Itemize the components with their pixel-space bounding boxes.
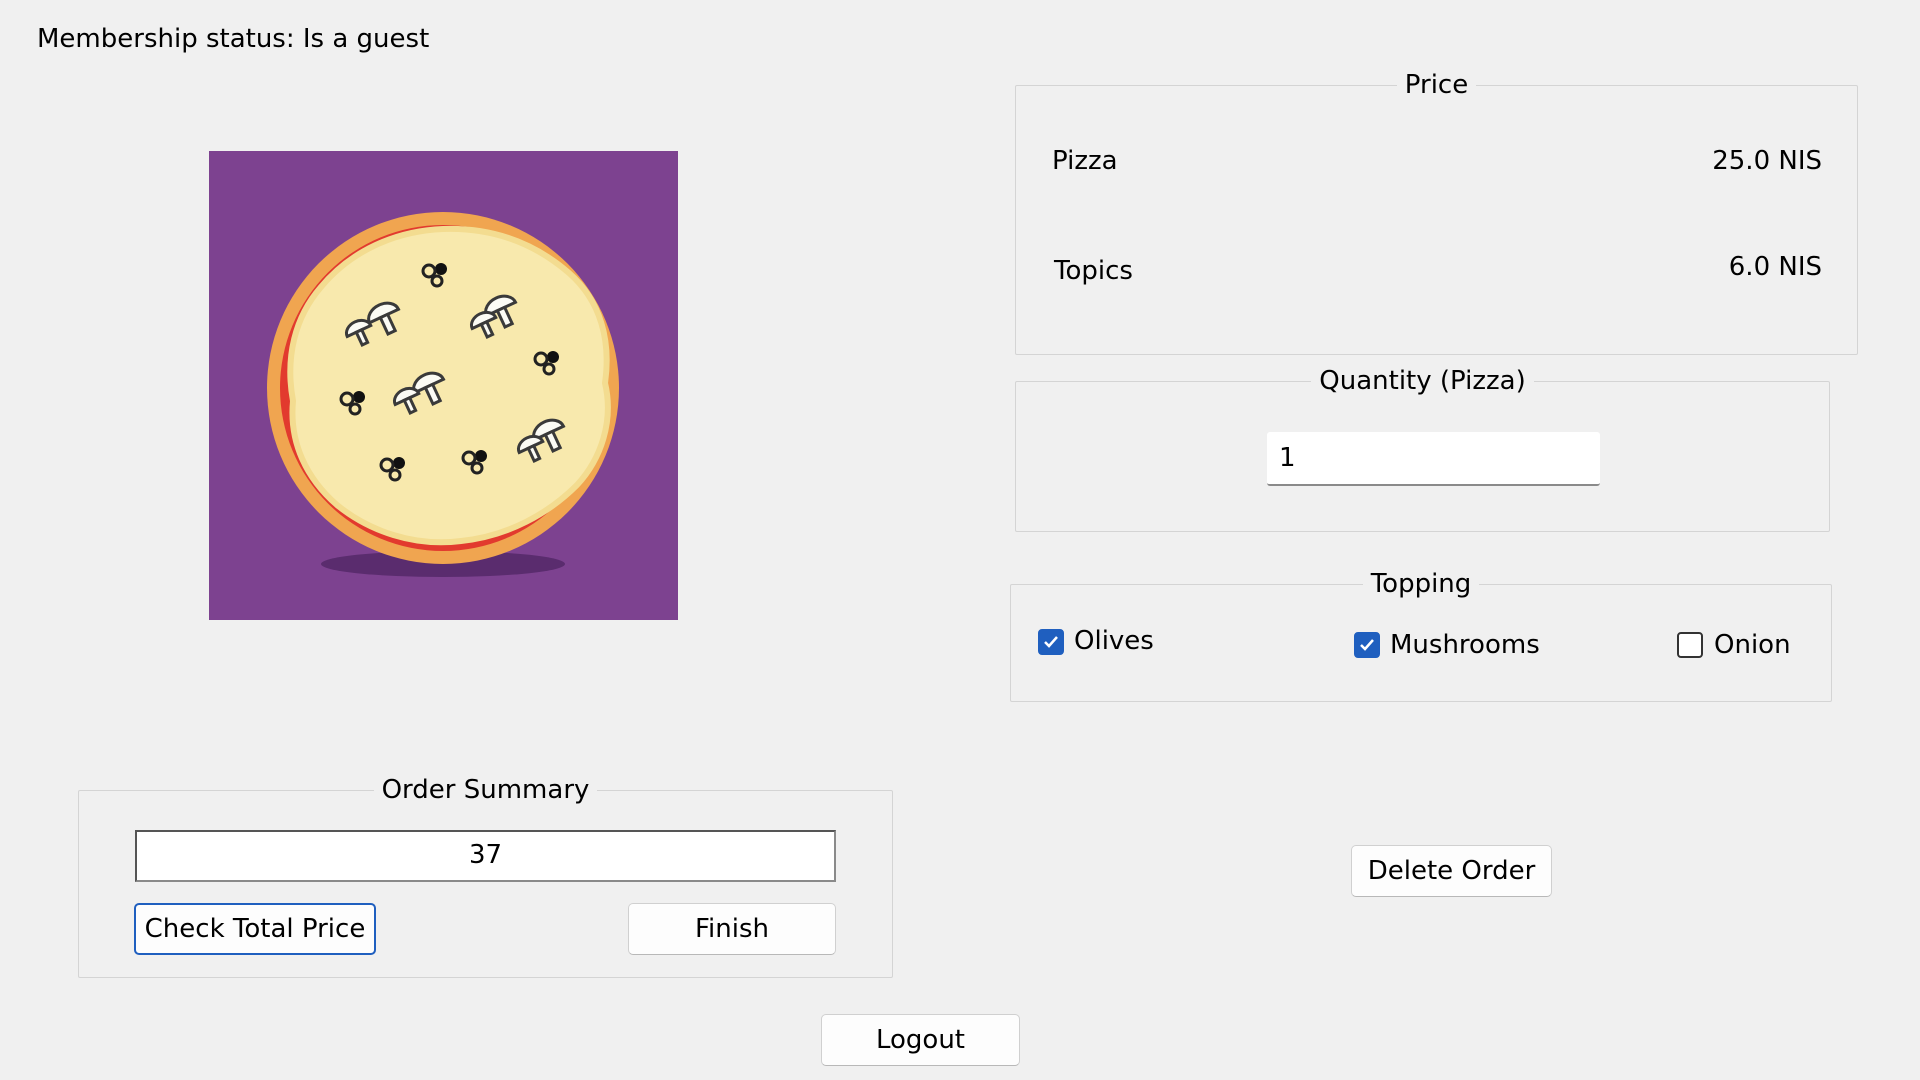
olives-checkbox[interactable]: [1038, 629, 1064, 655]
price-legend: Price: [1404, 70, 1469, 100]
onion-checkbox[interactable]: [1677, 632, 1703, 658]
quantity-input[interactable]: [1267, 432, 1600, 486]
total-price-field[interactable]: 37: [135, 830, 836, 882]
mushrooms-label[interactable]: Mushrooms: [1390, 630, 1540, 660]
onion-label[interactable]: Onion: [1714, 630, 1791, 660]
membership-status-label: Membership status: Is a guest: [37, 24, 430, 54]
topping-legend: Topping: [1370, 569, 1472, 599]
checkmark-icon: [1044, 636, 1058, 648]
pizza-image: [209, 151, 678, 620]
price-group: Price: [1015, 70, 1858, 355]
topics-price-value: 6.0 NIS: [1728, 252, 1822, 282]
olives-label[interactable]: Olives: [1074, 626, 1154, 656]
finish-button[interactable]: Finish: [628, 903, 836, 955]
delete-order-button[interactable]: Delete Order: [1351, 845, 1552, 897]
mushrooms-checkbox[interactable]: [1354, 632, 1380, 658]
check-total-price-button[interactable]: Check Total Price: [134, 903, 376, 955]
logout-button[interactable]: Logout: [821, 1014, 1020, 1066]
pizza-price-label: Pizza: [1052, 146, 1118, 176]
quantity-legend: Quantity (Pizza): [1319, 366, 1526, 396]
pizza-price-value: 25.0 NIS: [1712, 146, 1822, 176]
order-summary-legend: Order Summary: [381, 775, 590, 805]
checkmark-icon: [1360, 639, 1374, 651]
topics-price-label: Topics: [1054, 256, 1133, 286]
